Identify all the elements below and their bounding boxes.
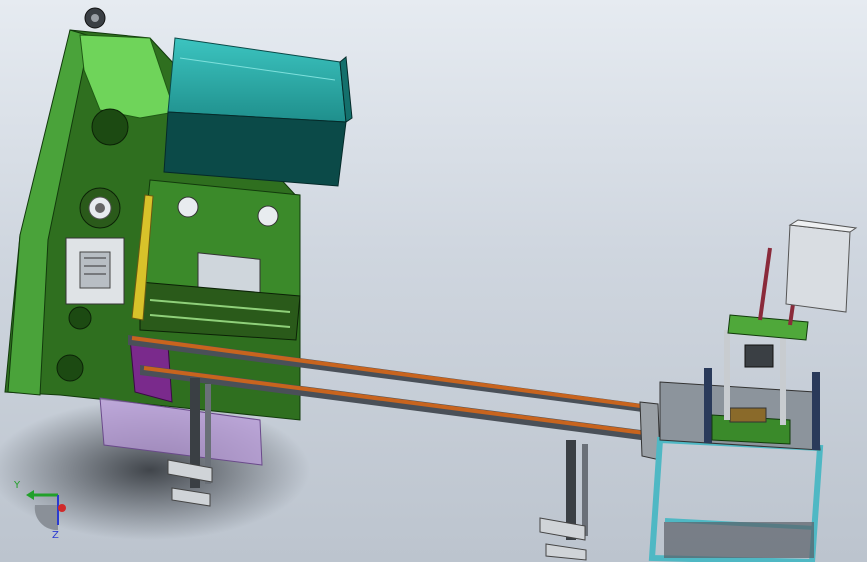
teal-cover[interactable] [163, 37, 353, 187]
test-station[interactable] [648, 219, 858, 562]
flywheel-mid [91, 108, 129, 146]
electrical-cabinet [785, 224, 851, 313]
axis-y-label: Y [13, 480, 21, 491]
rod-left [758, 247, 772, 321]
axis-z-label: Z [52, 530, 59, 541]
assembly-scene: Y Z [0, 7, 858, 562]
upper-plate [727, 314, 809, 341]
cad-viewport[interactable]: Y Z [0, 0, 867, 562]
cover-top [167, 37, 347, 123]
